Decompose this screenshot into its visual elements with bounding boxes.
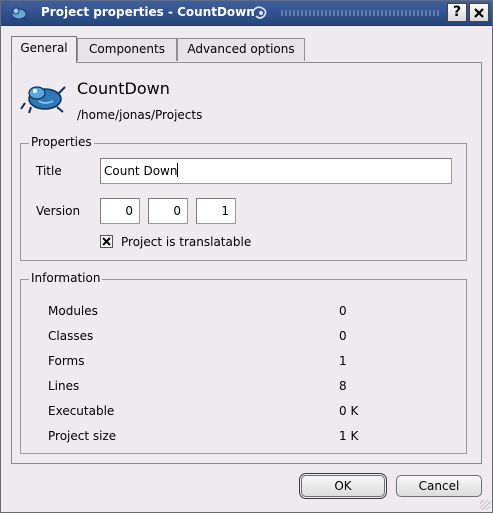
tab-components[interactable]: Components: [77, 38, 177, 61]
info-value-project-size: 1 K: [339, 429, 359, 443]
info-label-lines: Lines: [48, 379, 80, 393]
project-properties-dialog: Project properties - CountDown ? General…: [0, 0, 493, 513]
info-value-executable: 0 K: [339, 404, 359, 418]
info-label-modules: Modules: [48, 304, 98, 318]
tab-advanced-options[interactable]: Advanced options: [177, 38, 305, 61]
info-label-executable: Executable: [48, 404, 115, 418]
info-label-forms: Forms: [48, 354, 85, 368]
cancel-button[interactable]: Cancel: [396, 475, 482, 497]
title-input[interactable]: Count Down: [100, 158, 452, 184]
version-release-input[interactable]: 1: [196, 198, 236, 224]
project-icon: [20, 86, 66, 114]
project-path: /home/jonas/Projects: [77, 108, 203, 122]
resize-grip[interactable]: [480, 500, 490, 510]
info-value-lines: 8: [339, 379, 347, 393]
help-button[interactable]: ?: [447, 3, 467, 22]
text-cursor: [177, 163, 179, 177]
check-x-icon: [102, 237, 111, 246]
info-value-modules: 0: [339, 304, 347, 318]
translatable-label[interactable]: Project is translatable: [121, 235, 251, 249]
properties-group-label: Properties: [29, 135, 94, 149]
info-label-classes: Classes: [48, 329, 94, 343]
info-value-forms: 1: [339, 354, 347, 368]
info-label-project-size: Project size: [48, 429, 117, 443]
tab-general[interactable]: General: [11, 36, 77, 63]
version-minor-input[interactable]: 0: [148, 198, 188, 224]
window-title: Project properties - CountDown: [41, 5, 255, 19]
information-group-label: Information: [29, 271, 103, 285]
close-button[interactable]: [469, 3, 489, 22]
app-icon[interactable]: [9, 4, 29, 22]
swirl-icon: [251, 6, 267, 19]
title-bar-pattern: [281, 10, 441, 16]
ok-button[interactable]: OK: [299, 473, 387, 499]
close-icon: [474, 8, 484, 18]
title-label: Title: [36, 164, 62, 178]
translatable-checkbox[interactable]: [100, 235, 113, 248]
title-bar[interactable]: Project properties - CountDown ?: [1, 1, 492, 26]
info-value-classes: 0: [339, 329, 347, 343]
version-major-input[interactable]: 0: [100, 198, 140, 224]
title-input-value: Count Down: [104, 164, 178, 178]
version-label: Version: [36, 204, 81, 218]
project-name: CountDown: [77, 79, 170, 98]
